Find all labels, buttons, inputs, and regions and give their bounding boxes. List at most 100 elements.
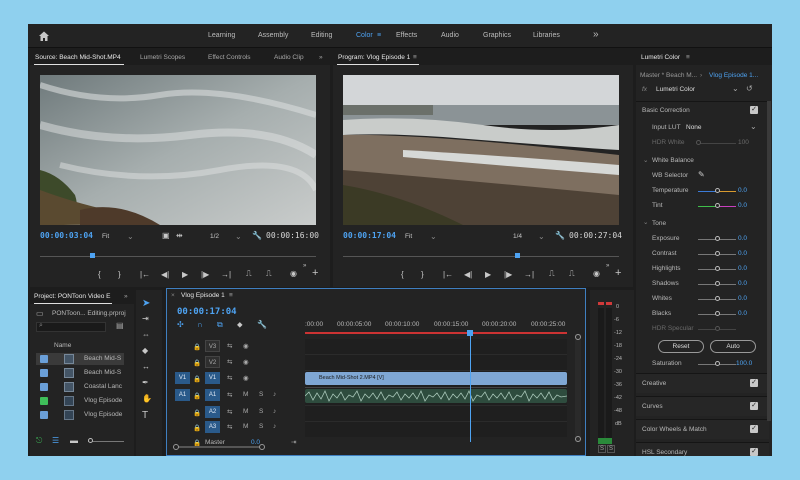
step-forward-icon[interactable]: |▶ bbox=[201, 270, 209, 279]
sync-lock-icon[interactable]: ⇆ bbox=[227, 423, 232, 431]
time-ruler[interactable]: :00:00 00:00:05:00 00:00:10:00 00:00:15:… bbox=[305, 321, 567, 335]
project-search-input[interactable]: ⌕ bbox=[36, 322, 106, 332]
tone-label[interactable]: Tone bbox=[652, 220, 666, 227]
source-fit-select[interactable]: Fit bbox=[102, 233, 109, 240]
go-to-in-icon[interactable]: |← bbox=[443, 270, 453, 279]
new-bin-icon[interactable]: ▤ bbox=[116, 321, 124, 330]
hdr-white-slider[interactable] bbox=[696, 140, 701, 145]
eye-icon[interactable]: ◉ bbox=[243, 358, 249, 366]
step-back-icon[interactable]: ◀| bbox=[161, 270, 169, 279]
lumetri-scrollbar[interactable] bbox=[767, 101, 771, 421]
tint-value[interactable]: 0.0 bbox=[738, 202, 747, 209]
timeline-vertical-scrollbar[interactable] bbox=[575, 334, 581, 442]
track-a3-target[interactable]: A3 bbox=[205, 421, 220, 433]
program-timecode[interactable]: 00:00:17:04 bbox=[343, 231, 396, 240]
workspace-editing[interactable]: Editing bbox=[311, 32, 332, 39]
input-lut-select[interactable]: None bbox=[686, 124, 702, 131]
timeline-timecode[interactable]: 00:00:17:04 bbox=[177, 307, 237, 317]
blacks-slider[interactable] bbox=[715, 311, 720, 316]
wrench-icon[interactable]: 🔧 bbox=[257, 320, 267, 329]
program-menu-icon[interactable]: ≡ bbox=[413, 54, 417, 61]
whites-slider[interactable] bbox=[715, 296, 720, 301]
mark-in-icon[interactable]: { bbox=[401, 270, 404, 279]
sync-lock-icon[interactable]: ⇆ bbox=[227, 358, 232, 366]
name-column-header[interactable]: Name bbox=[54, 342, 71, 349]
saturation-value[interactable]: 100.0 bbox=[736, 360, 752, 367]
insert-icon[interactable]: ⎍ bbox=[246, 269, 252, 279]
ripple-edit-tool-icon[interactable]: ⇔ bbox=[142, 330, 150, 339]
workspace-effects[interactable]: Effects bbox=[396, 32, 417, 39]
solo-left-button[interactable]: S bbox=[598, 445, 607, 453]
list-item[interactable]: Vlog Episode bbox=[36, 395, 124, 407]
shadows-slider[interactable] bbox=[715, 281, 720, 286]
chevron-down-icon[interactable]: ⌄ bbox=[235, 232, 242, 241]
source-scrubber[interactable] bbox=[40, 256, 316, 257]
workspace-learning[interactable]: Learning bbox=[208, 32, 235, 39]
microphone-icon[interactable]: ♪ bbox=[273, 408, 276, 415]
source-timecode[interactable]: 00:00:03:04 bbox=[40, 231, 93, 240]
snap-icon[interactable]: ∩ bbox=[197, 320, 203, 329]
curves-checkbox[interactable]: ✓ bbox=[750, 402, 758, 410]
creative-checkbox[interactable]: ✓ bbox=[750, 379, 758, 387]
list-view-icon[interactable]: ☰ bbox=[52, 436, 59, 445]
selection-tool-icon[interactable]: ➤ bbox=[142, 298, 150, 309]
hand-tool-icon[interactable]: ✋ bbox=[142, 394, 152, 403]
extract-icon[interactable]: ⎍ bbox=[569, 269, 575, 279]
tab-lumetri-scopes[interactable]: Lumetri Scopes bbox=[140, 54, 185, 61]
mark-in-icon[interactable]: { bbox=[98, 270, 101, 279]
program-playhead[interactable] bbox=[514, 253, 520, 258]
overflow-icon[interactable]: » bbox=[303, 263, 306, 269]
home-icon[interactable] bbox=[38, 30, 50, 42]
tab-audio-clip[interactable]: Audio Clip bbox=[274, 54, 304, 61]
overwrite-icon[interactable]: ⎍ bbox=[266, 269, 272, 279]
basic-correction-header[interactable]: Basic Correction ✓ bbox=[636, 101, 769, 119]
effect-name-select[interactable]: Lumetri Color bbox=[656, 86, 695, 93]
section-creative[interactable]: Creative ✓ bbox=[636, 373, 769, 393]
reset-button[interactable]: Reset bbox=[658, 340, 704, 353]
solo-button[interactable]: S bbox=[259, 423, 263, 430]
play-icon[interactable]: ▶ bbox=[182, 270, 188, 279]
sync-lock-icon[interactable]: ⇆ bbox=[227, 391, 232, 399]
saturation-slider[interactable] bbox=[715, 361, 720, 366]
master-clip-tab[interactable]: Master * Beach M... bbox=[640, 72, 697, 79]
go-to-in-icon[interactable]: |← bbox=[140, 270, 150, 279]
lumetri-menu-icon[interactable]: ≡ bbox=[686, 54, 690, 61]
exposure-slider[interactable] bbox=[715, 236, 720, 241]
workspace-color-menu-icon[interactable]: ≡ bbox=[377, 32, 381, 39]
lock-icon[interactable]: 🔒 bbox=[193, 392, 201, 400]
workspace-overflow-icon[interactable]: » bbox=[593, 29, 599, 40]
lock-icon[interactable]: 🔒 bbox=[193, 409, 201, 417]
chevron-down-icon[interactable]: ⌄ bbox=[643, 156, 648, 164]
section-curves[interactable]: Curves ✓ bbox=[636, 396, 769, 416]
chevron-down-icon[interactable]: ⌄ bbox=[643, 218, 648, 226]
pen-tool-icon[interactable]: ✒ bbox=[142, 378, 149, 387]
go-to-end-icon[interactable]: ⇥ bbox=[291, 438, 296, 446]
microphone-icon[interactable]: ♪ bbox=[273, 391, 276, 398]
timeline-playhead-handle[interactable] bbox=[467, 330, 474, 336]
workspace-color[interactable]: Color bbox=[356, 32, 373, 39]
nest-icon[interactable]: ✣ bbox=[177, 320, 184, 329]
settings-icon[interactable]: ⇹ bbox=[176, 231, 183, 240]
program-resolution-select[interactable]: 1/4 bbox=[513, 233, 522, 240]
step-back-icon[interactable]: ◀| bbox=[464, 270, 472, 279]
microphone-icon[interactable]: ♪ bbox=[273, 423, 276, 430]
auto-button[interactable]: Auto bbox=[710, 340, 756, 353]
hsl-secondary-checkbox[interactable]: ✓ bbox=[750, 448, 758, 456]
highlights-value[interactable]: 0.0 bbox=[738, 265, 747, 272]
mute-button[interactable]: M bbox=[243, 408, 248, 415]
contrast-value[interactable]: 0.0 bbox=[738, 250, 747, 257]
sync-lock-icon[interactable]: ⇆ bbox=[227, 342, 232, 350]
tab-program[interactable]: Program: Vlog Episode 1 bbox=[338, 54, 410, 61]
section-hsl-secondary[interactable]: HSL Secondary ✓ bbox=[636, 442, 769, 456]
temperature-slider[interactable] bbox=[715, 188, 720, 193]
list-item[interactable]: Beach Mid-S bbox=[36, 367, 124, 379]
razor-tool-icon[interactable]: ◆ bbox=[142, 346, 148, 355]
lock-icon[interactable]: 🔒 bbox=[193, 359, 201, 367]
mute-button[interactable]: M bbox=[243, 423, 248, 430]
chevron-down-icon[interactable]: ⌄ bbox=[127, 232, 134, 241]
wrench-icon[interactable]: 🔧 bbox=[555, 231, 565, 240]
basic-correction-checkbox[interactable]: ✓ bbox=[750, 106, 758, 114]
color-wheels-checkbox[interactable]: ✓ bbox=[750, 425, 758, 433]
chevron-down-icon[interactable]: ⌄ bbox=[538, 232, 545, 241]
timeline-menu-icon[interactable]: ≡ bbox=[229, 292, 233, 299]
